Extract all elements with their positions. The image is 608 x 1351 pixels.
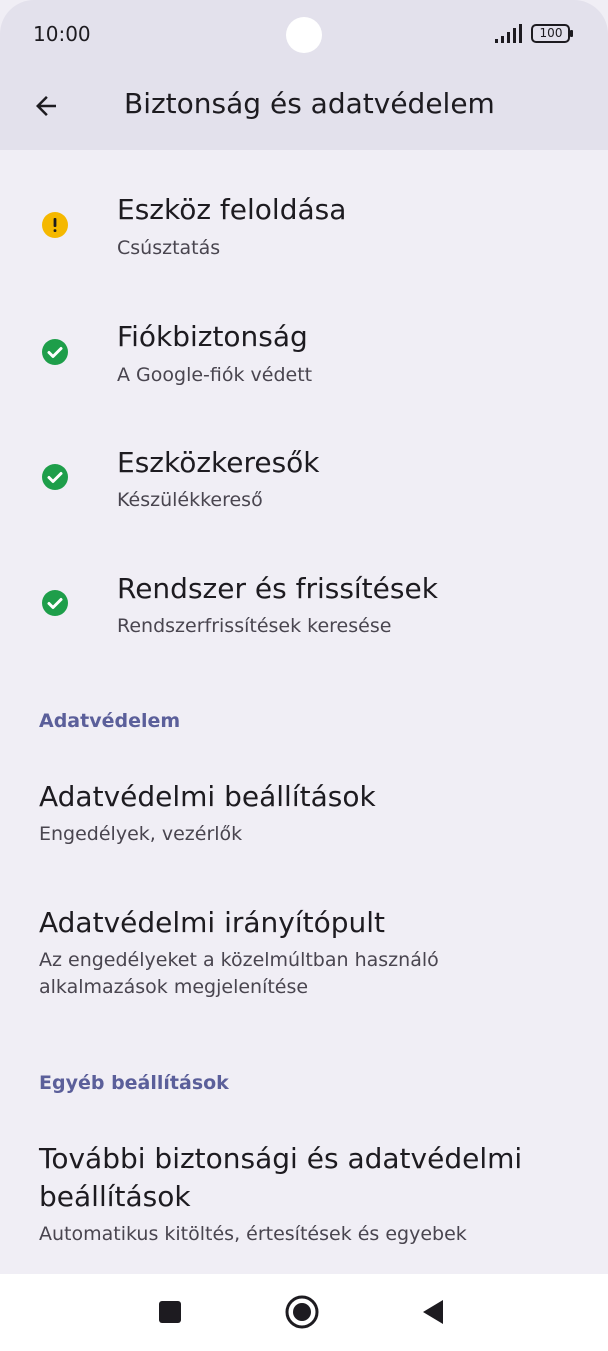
- battery-level: 100: [539, 26, 563, 40]
- security-item-system-updates[interactable]: Rendszer és frissítések Rendszerfrissíté…: [0, 558, 608, 668]
- security-item-account-security[interactable]: Fiókbiztonság A Google-fiók védett: [0, 306, 608, 416]
- security-item-subtitle: Rendszerfrissítések keresése: [117, 615, 392, 637]
- privacy-settings-subtitle: Engedélyek, vezérlők: [39, 823, 243, 845]
- check-circle-icon: [42, 464, 68, 490]
- top-app-bar: Biztonság és adatvédelem: [0, 70, 608, 150]
- privacy-settings-item[interactable]: Adatvédelmi beállítások Engedélyek, vezé…: [0, 764, 608, 868]
- privacy-settings-title: Adatvédelmi beállítások: [39, 780, 376, 813]
- home-circle-icon: [285, 1295, 319, 1329]
- privacy-dashboard-item[interactable]: Adatvédelmi irányítópult Az engedélyeket…: [0, 890, 608, 1020]
- check-circle-icon: [42, 590, 68, 616]
- privacy-dashboard-title: Adatvédelmi irányítópult: [39, 906, 386, 939]
- recents-button[interactable]: [148, 1290, 192, 1334]
- status-bar: 10:00 100: [0, 0, 608, 70]
- security-item-device-finders[interactable]: Eszközkeresők Készülékkereső: [0, 432, 608, 542]
- warning-icon: [42, 212, 68, 238]
- signal-icon: [495, 24, 522, 43]
- security-item-subtitle: Készülékkereső: [117, 489, 263, 511]
- security-item-title: Eszköz feloldása: [117, 193, 347, 226]
- screen: 10:00 100 Biztonság és adatvédelem Eszkö…: [0, 0, 608, 1351]
- navigation-bar: [0, 1274, 608, 1351]
- more-security-privacy-title-line1: További biztonsági és adatvédelmi: [39, 1142, 523, 1175]
- section-header-privacy: Adatvédelem: [39, 710, 181, 732]
- more-security-privacy-subtitle: Automatikus kitöltés, értesítések és egy…: [39, 1223, 467, 1245]
- section-header-other-settings: Egyéb beállítások: [39, 1072, 229, 1094]
- back-button[interactable]: [22, 82, 70, 130]
- security-item-subtitle: Csúsztatás: [117, 237, 221, 259]
- back-nav-button[interactable]: [411, 1290, 455, 1334]
- page-title: Biztonság és adatvédelem: [124, 87, 495, 120]
- security-item-title: Eszközkeresők: [117, 446, 320, 479]
- security-item-title: Rendszer és frissítések: [117, 572, 438, 605]
- status-time: 10:00: [33, 22, 91, 46]
- security-item-title: Fiókbiztonság: [117, 320, 308, 353]
- more-security-privacy-title-line2: beállítások: [39, 1180, 191, 1213]
- camera-cutout: [286, 17, 322, 53]
- more-security-privacy-item[interactable]: További biztonsági és adatvédelmi beállí…: [0, 1126, 608, 1266]
- back-triangle-icon: [423, 1300, 443, 1324]
- privacy-dashboard-subtitle-line2: alkalmazások megjelenítése: [39, 976, 309, 998]
- check-circle-icon: [42, 339, 68, 365]
- recents-square-icon: [159, 1301, 181, 1323]
- arrow-back-icon: [36, 96, 56, 116]
- privacy-dashboard-subtitle-line1: Az engedélyeket a közelmúltban használó: [39, 949, 439, 971]
- home-button[interactable]: [280, 1290, 324, 1334]
- security-item-subtitle: A Google-fiók védett: [117, 364, 313, 386]
- security-item-device-unlock[interactable]: Eszköz feloldása Csúsztatás: [0, 180, 608, 290]
